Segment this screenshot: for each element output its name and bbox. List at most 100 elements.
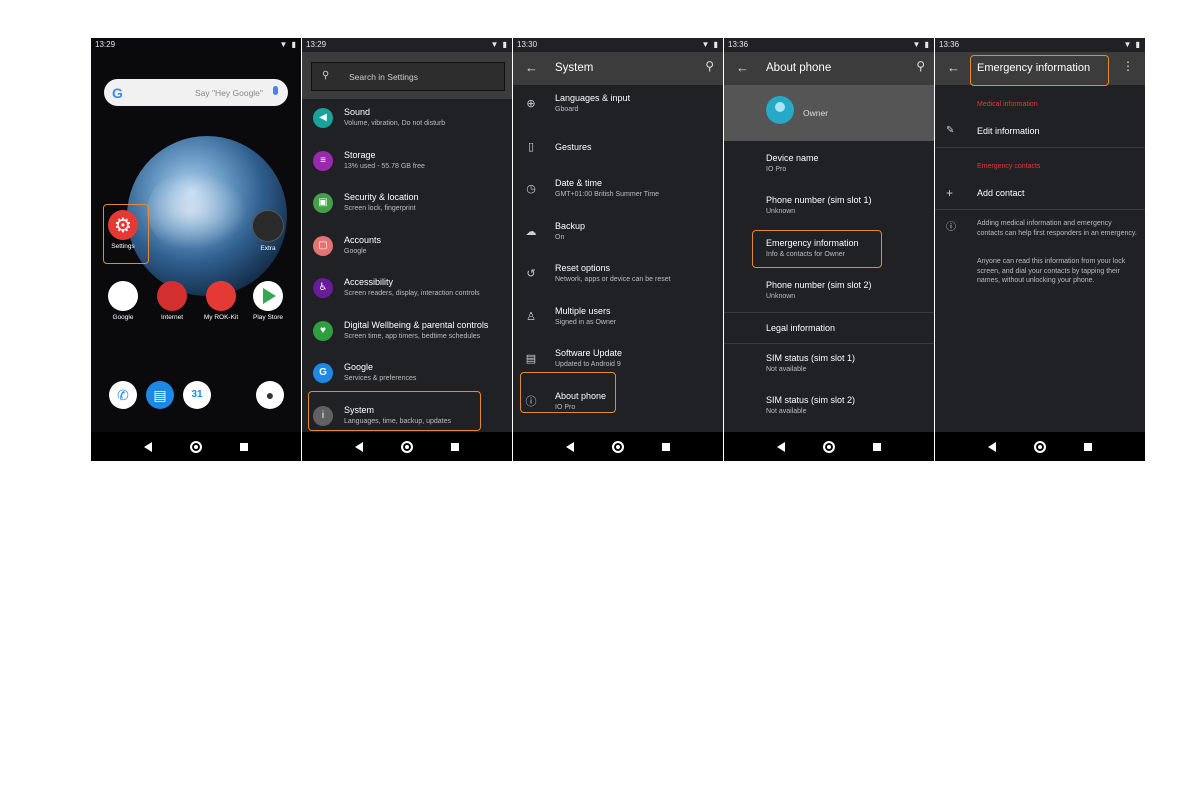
about-item-phone-number-1[interactable]: Phone number (sim slot 1) Unknown [724,193,934,235]
system-item-date-time[interactable]: ◷ Date & time GMT+01:00 British Summer T… [513,170,723,213]
page-title: About phone [766,62,832,74]
folder-icon [252,210,284,242]
nav-bar [724,432,934,461]
back-arrow-icon[interactable]: ← [525,60,538,75]
home-icon[interactable] [612,440,624,453]
app-internet[interactable]: Internet [147,281,197,321]
search-icon[interactable]: ⚲ [705,59,714,73]
back-arrow-icon[interactable]: ← [736,60,749,75]
recents-icon[interactable] [1084,442,1092,451]
about-item-emergency-info[interactable]: Emergency information Info & contacts fo… [724,236,934,278]
settings-item-accessibility[interactable]: ♿ Accessibility Screen readers, display,… [302,269,512,312]
item-subtitle: Signed in as Owner [555,318,617,326]
settings-item-wellbeing[interactable]: ♥ Digital Wellbeing & parental controls … [302,312,512,355]
app-extra[interactable]: Extra [243,210,293,252]
system-item-reset[interactable]: ↺ Reset options Network, apps or device … [513,255,723,298]
item-title: Emergency information [766,238,859,248]
account-icon: ▢ [313,235,333,256]
messages-icon[interactable]: ▤ [146,381,174,409]
edit-information-row[interactable]: ✎ Edit information [935,118,1145,148]
item-title: Google [344,362,374,372]
item-subtitle: Volume, vibration, Do not disturb [344,120,446,127]
status-time: 13:30 [517,40,538,49]
info-icon: i [313,405,333,426]
item-title: Accounts [344,234,382,245]
about-item-device-name[interactable]: Device name IO Pro [724,151,934,193]
back-icon[interactable] [355,441,363,452]
page-title: Emergency information [977,62,1091,74]
nav-bar [91,432,301,461]
settings-item-security[interactable]: ▣ Security & location Screen lock, finge… [302,184,512,227]
item-title: SIM status (sim slot 1) [766,353,856,363]
item-subtitle: On [555,233,565,241]
nav-bar [935,432,1145,461]
item-title: Digital Wellbeing & parental controls [344,319,489,330]
system-item-users[interactable]: ♙ Multiple users Signed in as Owner [513,298,723,341]
about-item-phone-number-2[interactable]: Phone number (sim slot 2) Unknown [724,278,934,320]
item-subtitle: Services & preferences [344,375,417,382]
system-item-about-phone[interactable]: ⓘ About phone IO Pro [513,383,723,426]
item-title: Phone number (sim slot 1) [766,195,872,205]
more-options-icon[interactable]: ⋮ [1122,59,1134,73]
pencil-icon: ✎ [946,125,955,136]
about-item-sim-status-2[interactable]: SIM status (sim slot 2) Not available [724,395,934,431]
settings-item-storage[interactable]: ≡ Storage 13% used - 55.78 GB free [302,142,512,185]
back-icon[interactable] [566,441,574,452]
mic-icon[interactable] [273,86,278,95]
home-icon[interactable] [823,440,835,453]
divider [935,147,1145,148]
settings-search-bar[interactable]: ⚲ Search in Settings [311,62,505,91]
recents-icon[interactable] [662,442,670,451]
home-icon[interactable] [401,440,413,453]
item-subtitle: Google [344,247,367,255]
system-item-software-update[interactable]: ▤ Software Update Updated to Android 9 [513,340,723,383]
owner-header[interactable]: Owner [724,85,934,141]
search-icon[interactable]: ⚲ [916,59,925,73]
phone-icon[interactable]: ✆ [109,381,137,409]
app-rok-kit[interactable]: My ROK-Kit [196,281,246,321]
add-contact-row[interactable]: + Add contact [935,181,1145,209]
system-item-gestures[interactable]: ▯ Gestures [513,128,723,171]
item-title: Accessibility [344,277,394,287]
system-screen: 13:30 ▼ ▮ ← System ⚲ ⊕ Languages & input… [513,38,723,461]
settings-item-sound[interactable]: ◀ Sound Volume, vibration, Do not distur… [302,99,512,142]
google-search-bar[interactable]: G Say "Hey Google" [104,79,288,106]
item-subtitle: Network, apps or device can be reset [555,276,671,283]
home-screen: 13:29 ▼ ▮ G Say "Hey Google" Settings Ex… [91,38,301,461]
back-arrow-icon[interactable]: ← [947,60,960,75]
recents-icon[interactable] [873,442,881,451]
lock-icon: ▣ [313,193,333,213]
item-title: Software Update [555,348,623,358]
item-title: Device name [766,153,819,163]
play-store-icon [253,281,283,311]
settings-item-accounts[interactable]: ▢ Accounts Google [302,227,512,270]
back-icon[interactable] [988,441,996,452]
settings-item-google[interactable]: G Google Services & preferences [302,354,512,397]
owner-name: Owner [803,108,829,118]
camera-icon[interactable]: ● [256,381,284,409]
calendar-icon[interactable]: 31 [183,381,211,409]
item-subtitle: Unknown [766,208,796,215]
back-icon[interactable] [144,441,152,452]
status-time: 13:29 [95,40,116,49]
search-icon: ⚲ [322,70,330,81]
app-label-internet: Internet [160,314,184,321]
system-item-languages[interactable]: ⊕ Languages & input Gboard [513,85,723,128]
item-subtitle: Info & contacts for Owner [766,251,845,258]
app-play-store[interactable]: Play Store [243,281,293,321]
item-subtitle: Screen lock, fingerprint [344,205,416,212]
app-settings[interactable]: Settings [98,210,148,250]
home-icon[interactable] [190,440,202,453]
recents-icon[interactable] [240,442,248,451]
app-google-folder[interactable]: Google [98,281,148,321]
wifi-battery-icon: ▼ ▮ [1123,40,1141,49]
home-icon[interactable] [1034,440,1046,453]
app-bar: ← About phone ⚲ [724,52,934,85]
back-icon[interactable] [777,441,785,452]
nav-bar [302,432,512,461]
about-item-sim-status-1[interactable]: SIM status (sim slot 1) Not available [724,353,934,395]
clock-icon: ◷ [526,183,536,195]
backup-icon: ☁ [525,225,537,238]
recents-icon[interactable] [451,442,459,451]
system-item-backup[interactable]: ☁ Backup On [513,213,723,256]
